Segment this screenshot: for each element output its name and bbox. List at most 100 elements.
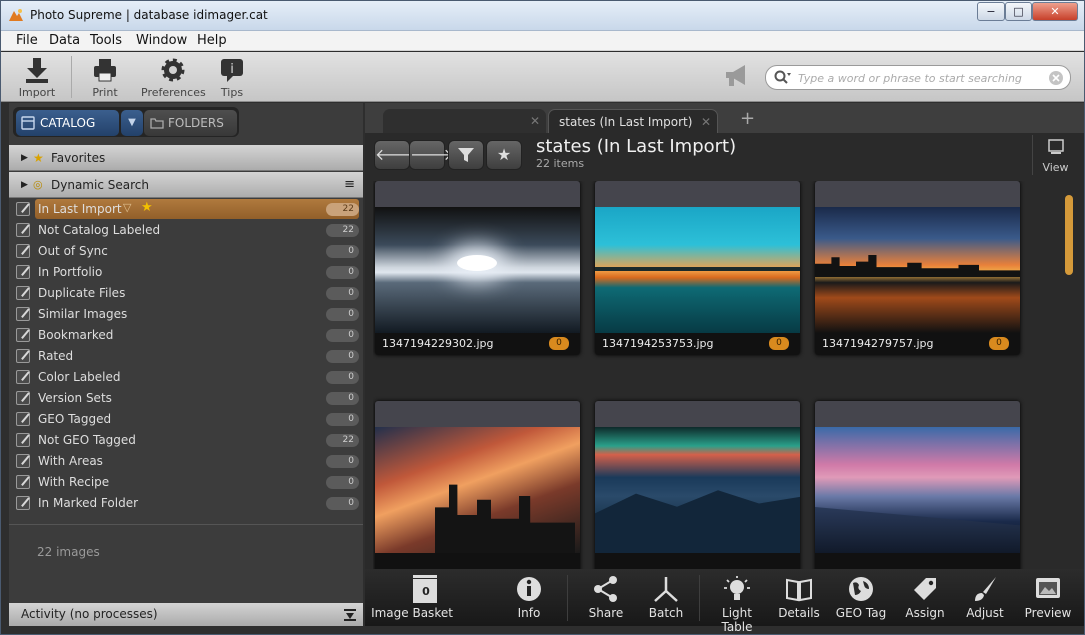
item-checkbox-icon[interactable] <box>16 244 30 258</box>
back-button[interactable]: 🡐 <box>374 140 418 170</box>
view-button[interactable]: View <box>1032 135 1078 175</box>
tab-states[interactable]: states (In Last Import) ✕ <box>548 109 718 133</box>
search-item[interactable]: Version Sets 0 <box>9 388 363 408</box>
search-item[interactable]: Not Catalog Labeled 22 <box>9 220 363 240</box>
item-checkbox-icon[interactable] <box>16 265 30 279</box>
close-tab-icon[interactable]: ✕ <box>701 110 711 134</box>
batch-label: Batch <box>648 606 684 620</box>
print-button[interactable]: Print <box>85 56 125 100</box>
thumbnail-scrollbar[interactable] <box>1062 181 1076 569</box>
adjust-button[interactable]: Adjust <box>963 575 1007 620</box>
light-table-button[interactable]: Light Table <box>707 575 767 634</box>
scrollbar-thumb[interactable] <box>1065 195 1073 275</box>
item-checkbox-icon[interactable] <box>16 433 30 447</box>
item-checkbox-icon[interactable] <box>16 286 30 300</box>
globe-icon <box>849 577 873 601</box>
photo-thumbnail[interactable] <box>375 207 580 333</box>
rating-badge[interactable]: 0 <box>769 337 789 350</box>
search-item[interactable]: In Portfolio 0 <box>9 262 363 282</box>
menu-data[interactable]: Data <box>49 33 80 48</box>
photo-thumbnail[interactable] <box>375 427 580 553</box>
photo-thumbnail[interactable] <box>815 427 1020 553</box>
preview-button[interactable]: Preview <box>1023 575 1073 620</box>
search-item[interactable]: With Areas 0 <box>9 451 363 471</box>
details-button[interactable]: Details <box>777 575 821 620</box>
megaphone-icon[interactable] <box>723 63 753 89</box>
close-tab-icon[interactable]: ✕ <box>530 109 540 133</box>
search-box[interactable] <box>765 65 1071 90</box>
menu-window[interactable]: Window <box>136 33 187 48</box>
search-item[interactable]: Out of Sync 0 <box>9 241 363 261</box>
dynamic-search-section[interactable]: ▶ ◎ Dynamic Search ≡ <box>9 172 363 198</box>
rating-badge[interactable]: 0 <box>989 337 1009 350</box>
item-checkbox-icon[interactable] <box>16 475 30 489</box>
filter-icon[interactable]: ▽ <box>123 201 131 214</box>
bottom-toolbar: 0 Image Basket Info Share Batch Light Ta… <box>365 569 1084 634</box>
item-checkbox-icon[interactable] <box>16 223 30 237</box>
thumbnail[interactable]: 1347194279757.jpg 0 <box>815 181 1020 355</box>
menu-tools[interactable]: Tools <box>90 33 122 48</box>
photo-thumbnail[interactable] <box>815 207 1020 333</box>
activity-bar[interactable]: Activity (no processes) <box>9 603 363 626</box>
item-checkbox-icon[interactable] <box>16 391 30 405</box>
preferences-button[interactable]: Preferences <box>141 56 206 100</box>
photo-thumbnail[interactable] <box>595 207 800 333</box>
maximize-button[interactable]: □ <box>1005 2 1032 21</box>
clear-search-icon[interactable] <box>1048 70 1064 86</box>
folders-tab[interactable]: FOLDERS <box>144 110 237 136</box>
right-panel: ✕ states (In Last Import) ✕ + 🡐 🡒 ★ stat… <box>365 103 1084 634</box>
search-item[interactable]: With Recipe 0 <box>9 472 363 492</box>
item-checkbox-icon[interactable] <box>16 370 30 384</box>
new-tab-button[interactable]: + <box>740 108 755 129</box>
info-button[interactable]: Info <box>509 575 549 620</box>
favorites-section[interactable]: ▶ ★ Favorites <box>9 145 363 171</box>
share-button[interactable]: Share <box>585 575 627 620</box>
search-item[interactable]: Not GEO Tagged 22 <box>9 430 363 450</box>
tips-button[interactable]: i Tips <box>215 56 249 100</box>
basket-icon: 0 <box>413 575 437 603</box>
menu-help[interactable]: Help <box>197 33 227 48</box>
download-activity-icon[interactable] <box>343 608 357 622</box>
rating-badge[interactable]: 0 <box>549 337 569 350</box>
search-item[interactable]: GEO Tagged 0 <box>9 409 363 429</box>
catalog-dropdown-button[interactable]: ▼ <box>121 110 143 136</box>
item-checkbox-icon[interactable] <box>16 328 30 342</box>
search-item[interactable]: Rated 0 <box>9 346 363 366</box>
item-checkbox-icon[interactable] <box>16 307 30 321</box>
thumbnail[interactable]: 1347194253753.jpg 0 <box>595 181 800 355</box>
geo-tag-button[interactable]: GEO Tag <box>835 575 887 620</box>
search-item[interactable]: Color Labeled 0 <box>9 367 363 387</box>
favorite-button[interactable]: ★ <box>486 140 522 170</box>
close-button[interactable]: ✕ <box>1032 2 1078 21</box>
selected-item-highlight[interactable]: In Last Import ▽ ★ 22 <box>35 199 359 219</box>
menu-lines-icon[interactable]: ≡ <box>344 172 355 198</box>
thumbnail[interactable] <box>815 401 1020 569</box>
photo-thumbnail[interactable] <box>595 427 800 553</box>
item-checkbox-icon[interactable] <box>16 454 30 468</box>
search-item[interactable]: In Marked Folder 0 <box>9 493 363 513</box>
item-checkbox-icon[interactable] <box>16 202 30 216</box>
filter-button[interactable] <box>448 140 484 170</box>
search-item[interactable]: In Last Import ▽ ★ 22 <box>9 199 363 219</box>
thumbnail[interactable]: 1347194229302.jpg 0 <box>375 181 580 355</box>
item-checkbox-icon[interactable] <box>16 496 30 510</box>
search-item[interactable]: Duplicate Files 0 <box>9 283 363 303</box>
item-checkbox-icon[interactable] <box>16 412 30 426</box>
star-icon[interactable]: ★ <box>141 200 153 215</box>
assign-button[interactable]: Assign <box>903 575 947 620</box>
search-item[interactable]: Similar Images 0 <box>9 304 363 324</box>
tab-empty[interactable]: ✕ <box>383 109 546 133</box>
thumbnail[interactable] <box>595 401 800 569</box>
image-basket-button[interactable]: 0 Image Basket <box>371 575 453 620</box>
import-button[interactable]: Import <box>15 56 59 100</box>
menu-file[interactable]: File <box>16 33 38 48</box>
catalog-tab[interactable]: CATALOG <box>16 110 119 136</box>
search-input[interactable] <box>798 70 1048 86</box>
batch-button[interactable]: Batch <box>645 575 687 620</box>
item-checkbox-icon[interactable] <box>16 349 30 363</box>
minimize-button[interactable]: − <box>977 2 1005 21</box>
forward-button[interactable]: 🡒 <box>409 140 453 170</box>
thumbnail[interactable] <box>375 401 580 569</box>
search-item[interactable]: Bookmarked 0 <box>9 325 363 345</box>
image-count: 22 images <box>37 545 100 559</box>
